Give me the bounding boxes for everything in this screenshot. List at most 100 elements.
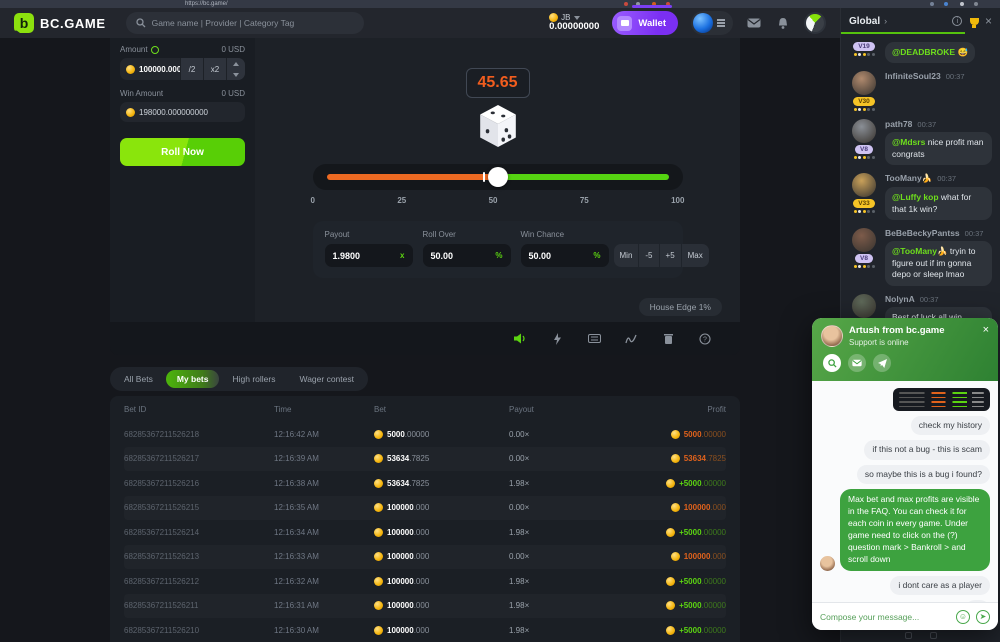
table-row[interactable]: 68285367211526213 12:16:33 AM 100000.000… xyxy=(124,545,726,570)
table-row[interactable]: 68285367211526217 12:16:39 AM 53634.7825… xyxy=(124,447,726,472)
search-input[interactable] xyxy=(152,18,354,28)
roll-slider[interactable] xyxy=(313,164,683,190)
chat-bubble[interactable]: @Luffy kop what for that 1k win? xyxy=(885,187,992,220)
coin-icon xyxy=(374,552,383,561)
bet-amount: 5000.00000 xyxy=(374,430,509,439)
chat-username[interactable]: BeBeBeckyPantss xyxy=(885,228,960,238)
chance-button-min[interactable]: Min xyxy=(614,244,639,267)
navbar-right: JB 0.00000000 Wallet xyxy=(549,11,826,35)
mention-link[interactable]: @Mdsrs xyxy=(892,137,925,147)
trophy-icon[interactable] xyxy=(968,15,981,28)
tab-all-bets[interactable]: All Bets xyxy=(113,370,164,388)
chat-username[interactable]: InfiniteSoul23 xyxy=(885,71,941,81)
chat-time: 00:37 xyxy=(965,229,984,238)
compose-input[interactable] xyxy=(820,612,950,622)
browser-chrome: https://bc.game/ xyxy=(0,0,1000,8)
mention-link[interactable]: @Luffy kop xyxy=(892,192,939,202)
volume-icon[interactable] xyxy=(513,332,527,346)
double-bet-button[interactable]: x2 xyxy=(203,58,226,80)
tab-high-rollers[interactable]: High rollers xyxy=(221,370,286,388)
amount-input[interactable]: 100000.00000000 xyxy=(120,58,180,80)
close-icon[interactable]: × xyxy=(985,15,992,27)
payout-panel: Payout 1.9800x Roll Over 50.00% Win Chan… xyxy=(313,221,683,278)
send-icon[interactable]: ➤ xyxy=(976,610,990,624)
bet-time: 12:16:30 AM xyxy=(274,626,374,635)
chat-header: Global › i × xyxy=(841,8,1000,34)
roll-now-button[interactable]: Roll Now xyxy=(120,138,245,166)
lightning-icon[interactable] xyxy=(550,332,564,346)
table-row[interactable]: 68285367211526212 12:16:32 AM 100000.000… xyxy=(124,569,726,594)
user-menu[interactable] xyxy=(691,11,733,35)
chat-bubble[interactable]: @Mdsrs nice profit man congrats xyxy=(885,132,992,165)
tab-wager-contest[interactable]: Wager contest xyxy=(288,370,365,388)
half-bet-button[interactable]: /2 xyxy=(180,58,203,80)
close-icon[interactable]: × xyxy=(983,325,989,347)
table-row[interactable]: 68285367211526214 12:16:34 AM 100000.000… xyxy=(124,520,726,545)
coin-icon xyxy=(374,601,383,610)
tab-my-bets[interactable]: My bets xyxy=(166,370,220,388)
table-row[interactable]: 68285367211526211 12:16:31 AM 100000.000… xyxy=(124,594,726,619)
help-icon[interactable]: ? xyxy=(698,332,712,346)
chat-time: 00:37 xyxy=(917,120,936,129)
bet-profit: 5000.00000 xyxy=(614,430,726,439)
avatar[interactable] xyxy=(852,228,876,252)
level-badge: V19 xyxy=(853,42,875,51)
chat-bubble[interactable]: @TooMany🍌 tryin to figure out if im gonn… xyxy=(885,241,992,285)
payout-input[interactable]: 1.9800x xyxy=(325,244,413,267)
chance-button-max[interactable]: Max xyxy=(681,244,709,267)
amount-stepper[interactable] xyxy=(226,58,245,80)
svg-text:?: ? xyxy=(703,336,707,343)
bet-time: 12:16:38 AM xyxy=(274,479,374,488)
hotkeys-icon[interactable] xyxy=(587,332,601,346)
table-row[interactable]: 68285367211526216 12:16:38 AM 53634.7825… xyxy=(124,471,726,496)
avatar[interactable] xyxy=(852,119,876,143)
win-amount-field[interactable]: 198000.000000000 xyxy=(120,102,245,122)
trash-icon[interactable] xyxy=(661,332,675,346)
telegram-icon[interactable] xyxy=(873,354,891,372)
bell-icon[interactable] xyxy=(775,15,791,31)
level-badge: V30 xyxy=(853,97,875,106)
level-badge: V8 xyxy=(855,254,873,263)
chat-bubble[interactable]: @DEADBROKE 😅 xyxy=(885,42,975,63)
table-row[interactable]: 68285367211526210 12:16:30 AM 100000.000… xyxy=(124,618,726,642)
mail-icon[interactable] xyxy=(746,15,762,31)
bet-profit: 100000.000 xyxy=(614,503,726,512)
win-amount-usd: 0 USD xyxy=(221,89,245,98)
bet-amount: 100000.000 xyxy=(374,528,509,537)
wallet-button[interactable]: Wallet xyxy=(612,11,678,35)
search-bar[interactable] xyxy=(126,12,364,34)
roll-over-input[interactable]: 50.00% xyxy=(423,244,511,267)
table-row[interactable]: 68285367211526215 12:16:35 AM 100000.000… xyxy=(124,496,726,521)
mail-icon[interactable] xyxy=(848,354,866,372)
support-image-attachment[interactable] xyxy=(893,388,990,411)
chat-room-title[interactable]: Global xyxy=(849,16,880,27)
coin-icon xyxy=(671,552,680,561)
bet-time: 12:16:34 AM xyxy=(274,528,374,537)
promo-spin-icon[interactable] xyxy=(804,12,826,34)
balance-display[interactable]: JB 0.00000000 xyxy=(549,13,599,33)
chat-message: V30 InfiniteSoul2300:37 xyxy=(849,71,992,111)
compose-bar: ☺ ➤ xyxy=(812,602,998,630)
bet-payout: 1.98× xyxy=(509,601,614,610)
emoji-icon[interactable]: ☺ xyxy=(956,610,970,624)
win-chance-input[interactable]: 50.00% xyxy=(521,244,609,267)
chat-username[interactable]: TooMany🍌 xyxy=(885,173,932,184)
info-icon[interactable]: i xyxy=(951,15,964,28)
chance-button-+5[interactable]: +5 xyxy=(659,244,681,267)
mention-link[interactable]: @TooMany🍌 xyxy=(892,246,948,256)
mention-link[interactable]: @DEADBROKE xyxy=(892,47,955,57)
table-row[interactable]: 68285367211526218 12:16:42 AM 5000.00000… xyxy=(124,422,726,447)
stats-icon[interactable] xyxy=(624,332,638,346)
chat-username[interactable]: NolynA xyxy=(885,294,915,304)
logo[interactable]: b BC.GAME xyxy=(14,13,106,33)
chat-username[interactable]: path78 xyxy=(885,119,912,129)
avatar[interactable] xyxy=(852,71,876,95)
agent-avatar xyxy=(820,556,835,571)
bet-payout: 1.98× xyxy=(509,528,614,537)
chance-button--5[interactable]: -5 xyxy=(638,244,658,267)
avatar[interactable] xyxy=(852,173,876,197)
avatar[interactable] xyxy=(852,294,876,318)
search-icon[interactable] xyxy=(823,354,841,372)
slider-knob[interactable] xyxy=(488,167,508,187)
chevron-right-icon[interactable]: › xyxy=(884,16,887,26)
